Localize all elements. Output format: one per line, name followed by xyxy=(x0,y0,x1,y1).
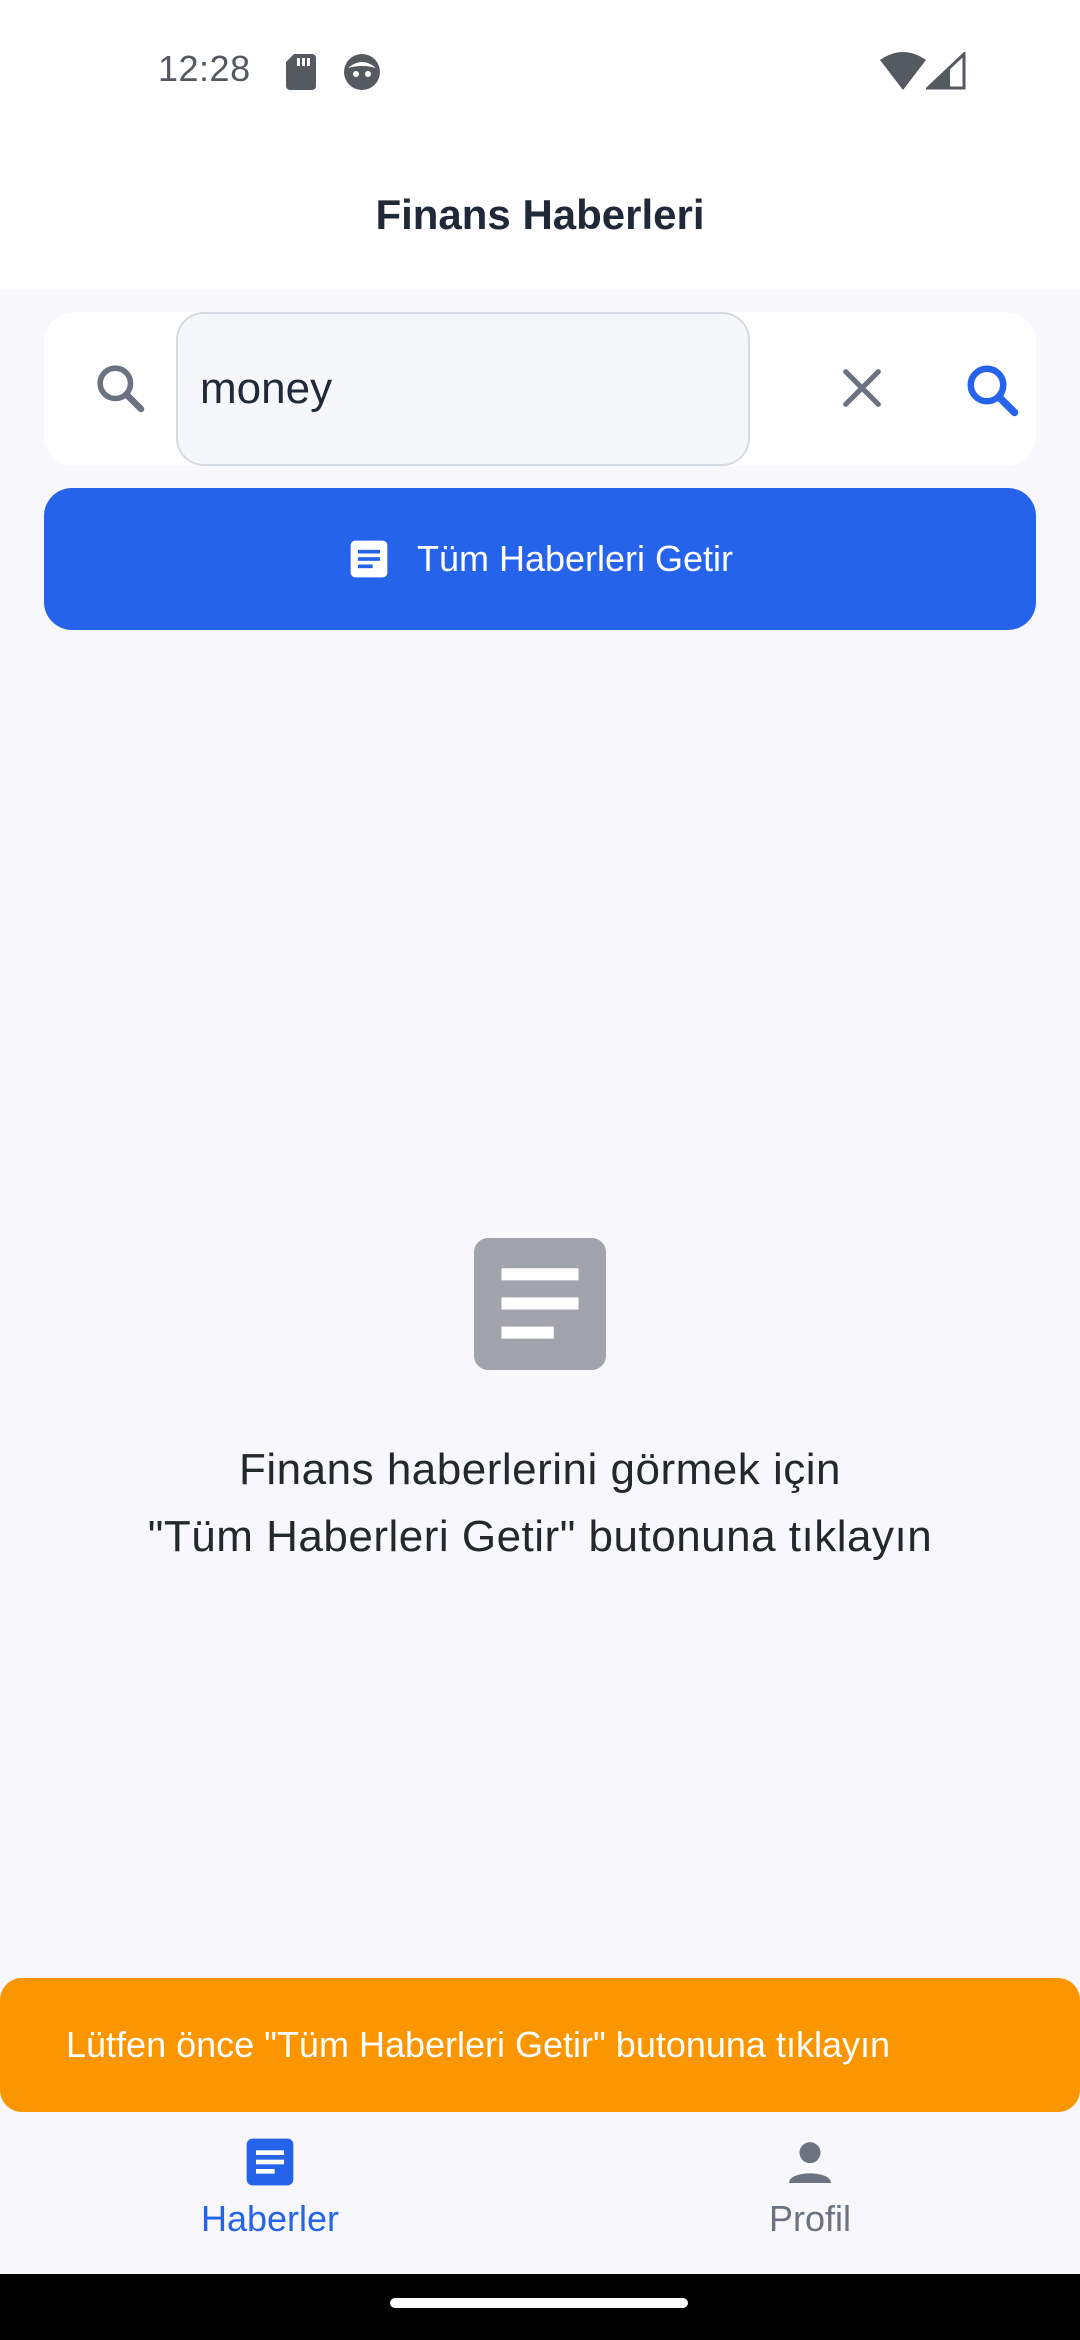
close-icon[interactable] xyxy=(834,360,890,416)
person-icon xyxy=(789,2142,831,2183)
snackbar-message: Lütfen önce "Tüm Haberleri Getir" butonu… xyxy=(66,2024,890,2065)
search-icon xyxy=(97,365,145,413)
nav-item-profile[interactable]: Profil xyxy=(540,2112,1080,2274)
search-submit-icon[interactable] xyxy=(962,360,1022,420)
screen: 12:28 Finans Haberleri money Tüm Haberle… xyxy=(0,0,1080,2340)
article-icon xyxy=(246,2138,294,2186)
face-icon xyxy=(344,54,380,90)
snackbar: Lütfen önce "Tüm Haberleri Getir" butonu… xyxy=(0,1978,1080,2112)
home-gesture-handle[interactable] xyxy=(390,2298,688,2308)
status-time: 12:28 xyxy=(158,48,251,89)
nav-item-news[interactable]: Haberler xyxy=(0,2112,540,2274)
search-card xyxy=(44,312,1036,466)
status-bar: 12:28 xyxy=(0,0,1080,140)
wifi-icon xyxy=(880,52,926,90)
empty-state-line-1: Finans haberlerini görmek için xyxy=(239,1445,841,1494)
fetch-all-news-button[interactable]: Tüm Haberleri Getir xyxy=(44,488,1036,630)
sd-card-icon xyxy=(286,54,316,90)
fetch-button-label: Tüm Haberleri Getir xyxy=(416,538,734,579)
nav-label-news: Haberler xyxy=(200,2198,340,2239)
app-bar: Finans Haberleri xyxy=(0,140,1080,290)
search-field[interactable] xyxy=(176,312,750,466)
article-icon xyxy=(474,1238,606,1370)
signal-icon xyxy=(926,52,966,90)
empty-state-line-2: "Tüm Haberleri Getir" butonuna tıklayın xyxy=(147,1512,933,1561)
article-icon xyxy=(350,540,388,578)
search-input[interactable] xyxy=(178,314,748,464)
page-title: Finans Haberleri xyxy=(375,191,705,238)
system-navigation-bar xyxy=(0,2274,1080,2340)
nav-label-profile: Profil xyxy=(768,2198,852,2239)
empty-state-message: Finans haberlerini görmek için "Tüm Habe… xyxy=(60,1436,1020,1570)
bottom-navigation: Haberler Profil xyxy=(0,2112,1080,2274)
